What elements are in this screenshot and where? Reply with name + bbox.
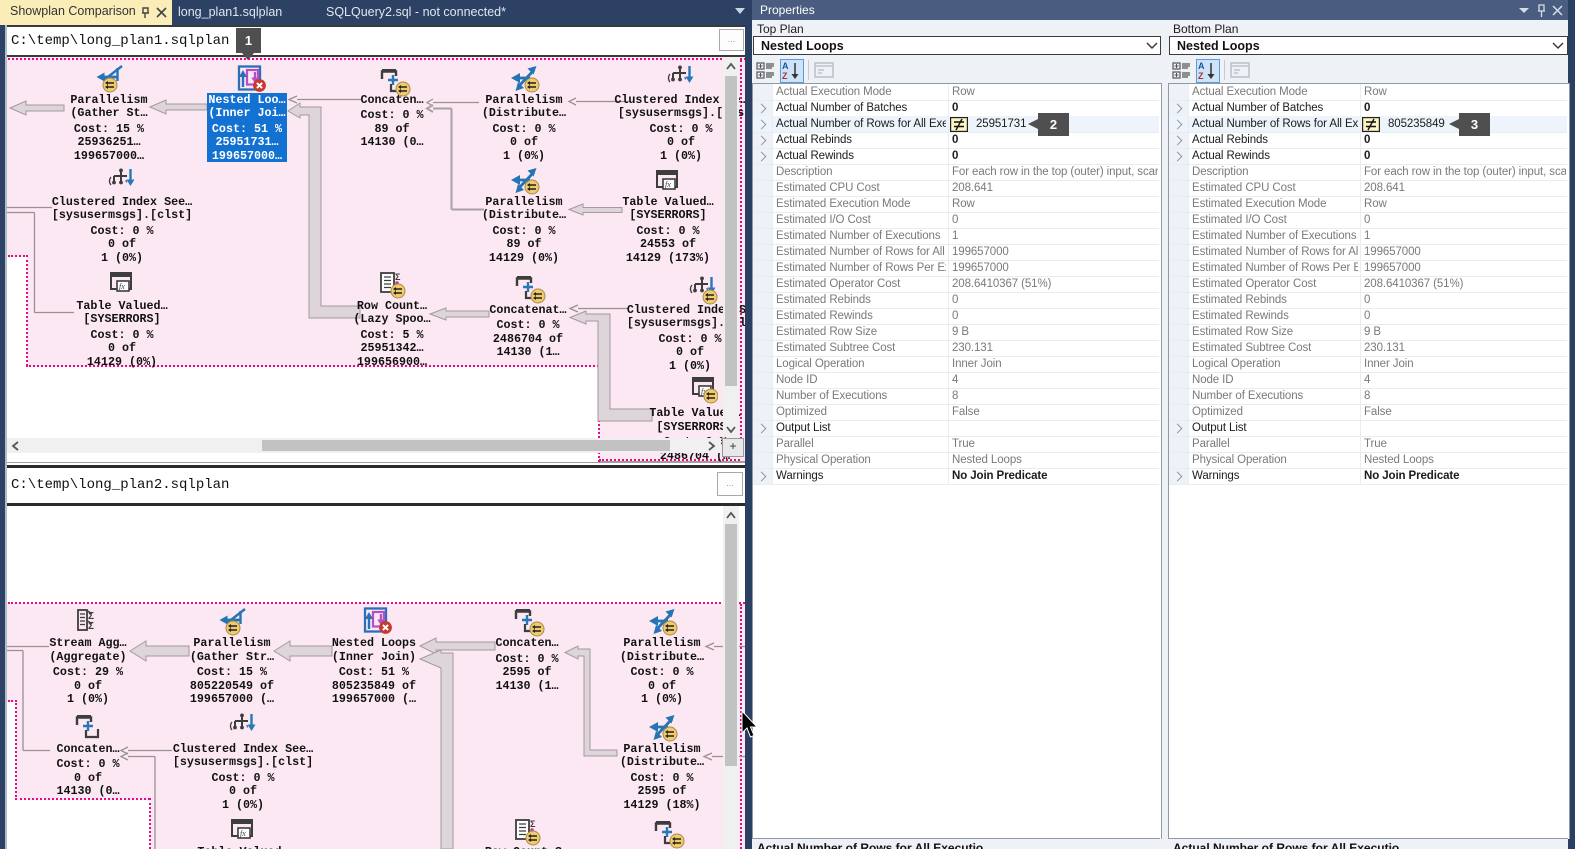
svg-text:A: A [1198,61,1205,71]
svg-text:Z: Z [782,71,788,80]
svg-text:A: A [782,61,789,71]
svg-text:Z: Z [1198,71,1204,80]
